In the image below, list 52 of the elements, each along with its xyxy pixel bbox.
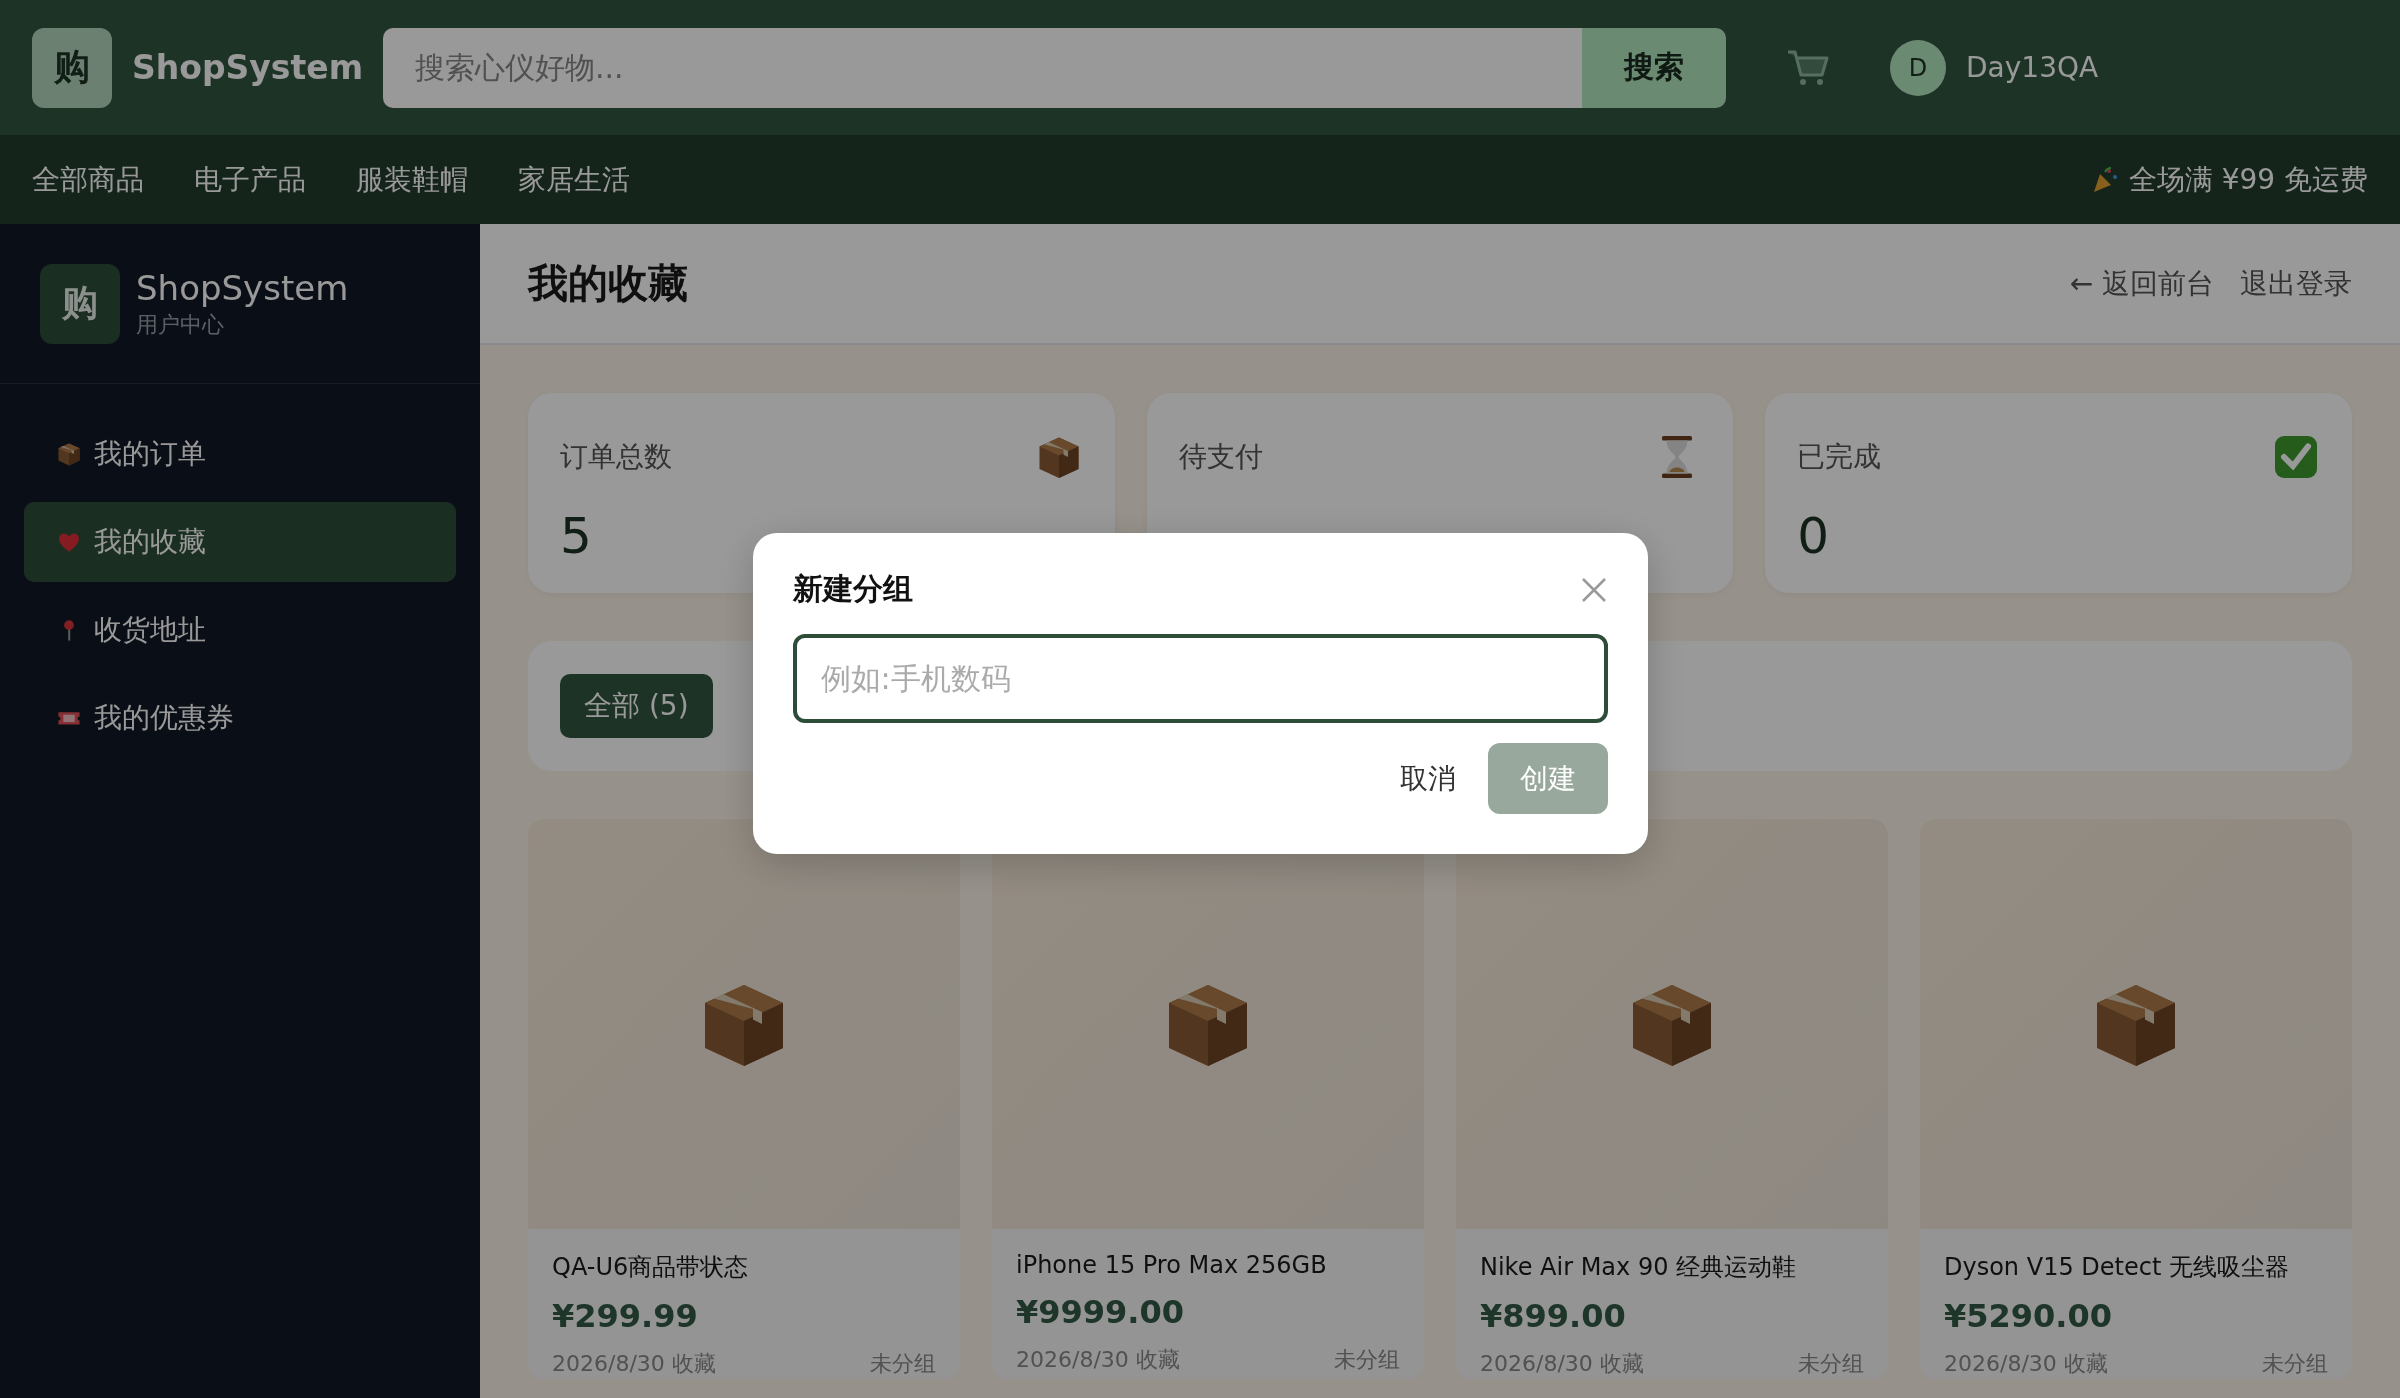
- product-price: ¥5290.00: [1944, 1297, 2113, 1335]
- favorite-date: 2026/8/30 收藏: [1016, 1346, 1180, 1374]
- nav-link[interactable]: 电子产品: [194, 160, 306, 199]
- product-name: iPhone 15 Pro Max 256GB: [1016, 1251, 1328, 1279]
- stat-label: 待支付: [1178, 439, 1263, 475]
- sidebar-item[interactable]: 我的收藏: [24, 502, 456, 582]
- product-price: ¥899.00: [1480, 1297, 1627, 1335]
- cancel-button[interactable]: 取消: [1399, 743, 1456, 814]
- logo[interactable]: 购: [32, 27, 112, 108]
- product-card[interactable]: Nike Air Max 90 经典运动鞋 ¥899.00 2026/8/30 收藏 未分组: [1456, 819, 1888, 1379]
- stat-label: 已完成: [1797, 439, 1882, 475]
- logo: 购: [40, 263, 120, 344]
- user-name[interactable]: Day13QA: [1966, 51, 2099, 84]
- product-name: Dyson V15 Detect 无线吸尘器: [1944, 1252, 2290, 1283]
- header-link[interactable]: ← 返回前台: [2069, 264, 2214, 303]
- promo-text: 全场满 ¥99 免运费: [2128, 161, 2368, 198]
- dialog-title: 新建分组: [792, 570, 913, 608]
- group-label: 未分组: [1798, 1350, 1864, 1378]
- product-card[interactable]: QA-U6商品带状态 ¥299.99 2026/8/30 收藏 未分组: [528, 819, 960, 1379]
- sidebar-item[interactable]: 收货地址: [24, 590, 456, 670]
- box-icon: [56, 441, 82, 467]
- search-button[interactable]: 搜索: [1582, 27, 1727, 108]
- group-label: 未分组: [1334, 1346, 1400, 1374]
- close-button[interactable]: [1579, 575, 1608, 604]
- favorite-date: 2026/8/30 收藏: [552, 1350, 716, 1378]
- search-field[interactable]: 搜索心仪好物...: [383, 27, 1583, 108]
- page-title: 我的收藏: [528, 259, 688, 308]
- group-name-field[interactable]: 例如:手机数码: [792, 634, 1608, 723]
- product-name: QA-U6商品带状态: [552, 1252, 750, 1283]
- product-name: Nike Air Max 90 经典运动鞋: [1480, 1252, 1798, 1283]
- sidebar-item[interactable]: 我的优惠券: [24, 678, 456, 758]
- check-icon: [2272, 433, 2320, 481]
- avatar[interactable]: D: [1890, 39, 1947, 96]
- header-link[interactable]: 退出登录: [2240, 264, 2352, 303]
- stat-value: 5: [560, 507, 593, 565]
- nav-link[interactable]: 服装鞋帽: [356, 160, 468, 199]
- product-price: ¥9999.00: [1016, 1293, 1185, 1331]
- favorite-date: 2026/8/30 收藏: [1480, 1350, 1644, 1378]
- nav-link[interactable]: 全部商品: [32, 160, 144, 199]
- group-label: 未分组: [870, 1350, 936, 1378]
- nav-link[interactable]: 家居生活: [518, 160, 630, 199]
- brand-name: ShopSystem: [132, 48, 364, 87]
- stat-label: 订单总数: [560, 439, 672, 475]
- favorite-date: 2026/8/30 收藏: [1944, 1350, 2108, 1378]
- stat-value: 0: [1797, 507, 1831, 565]
- sidebar-item[interactable]: 我的订单: [24, 414, 456, 494]
- group-label: 未分组: [2262, 1350, 2328, 1378]
- product-card[interactable]: Dyson V15 Detect 无线吸尘器 ¥5290.00 2026/8/30 收藏 未分组: [1920, 819, 2352, 1379]
- filter-tab[interactable]: 全部 (5): [560, 674, 713, 738]
- subtitle: 用户中心: [136, 310, 225, 339]
- product-price: ¥299.99: [552, 1297, 699, 1335]
- brand-name: ShopSystem: [136, 267, 349, 308]
